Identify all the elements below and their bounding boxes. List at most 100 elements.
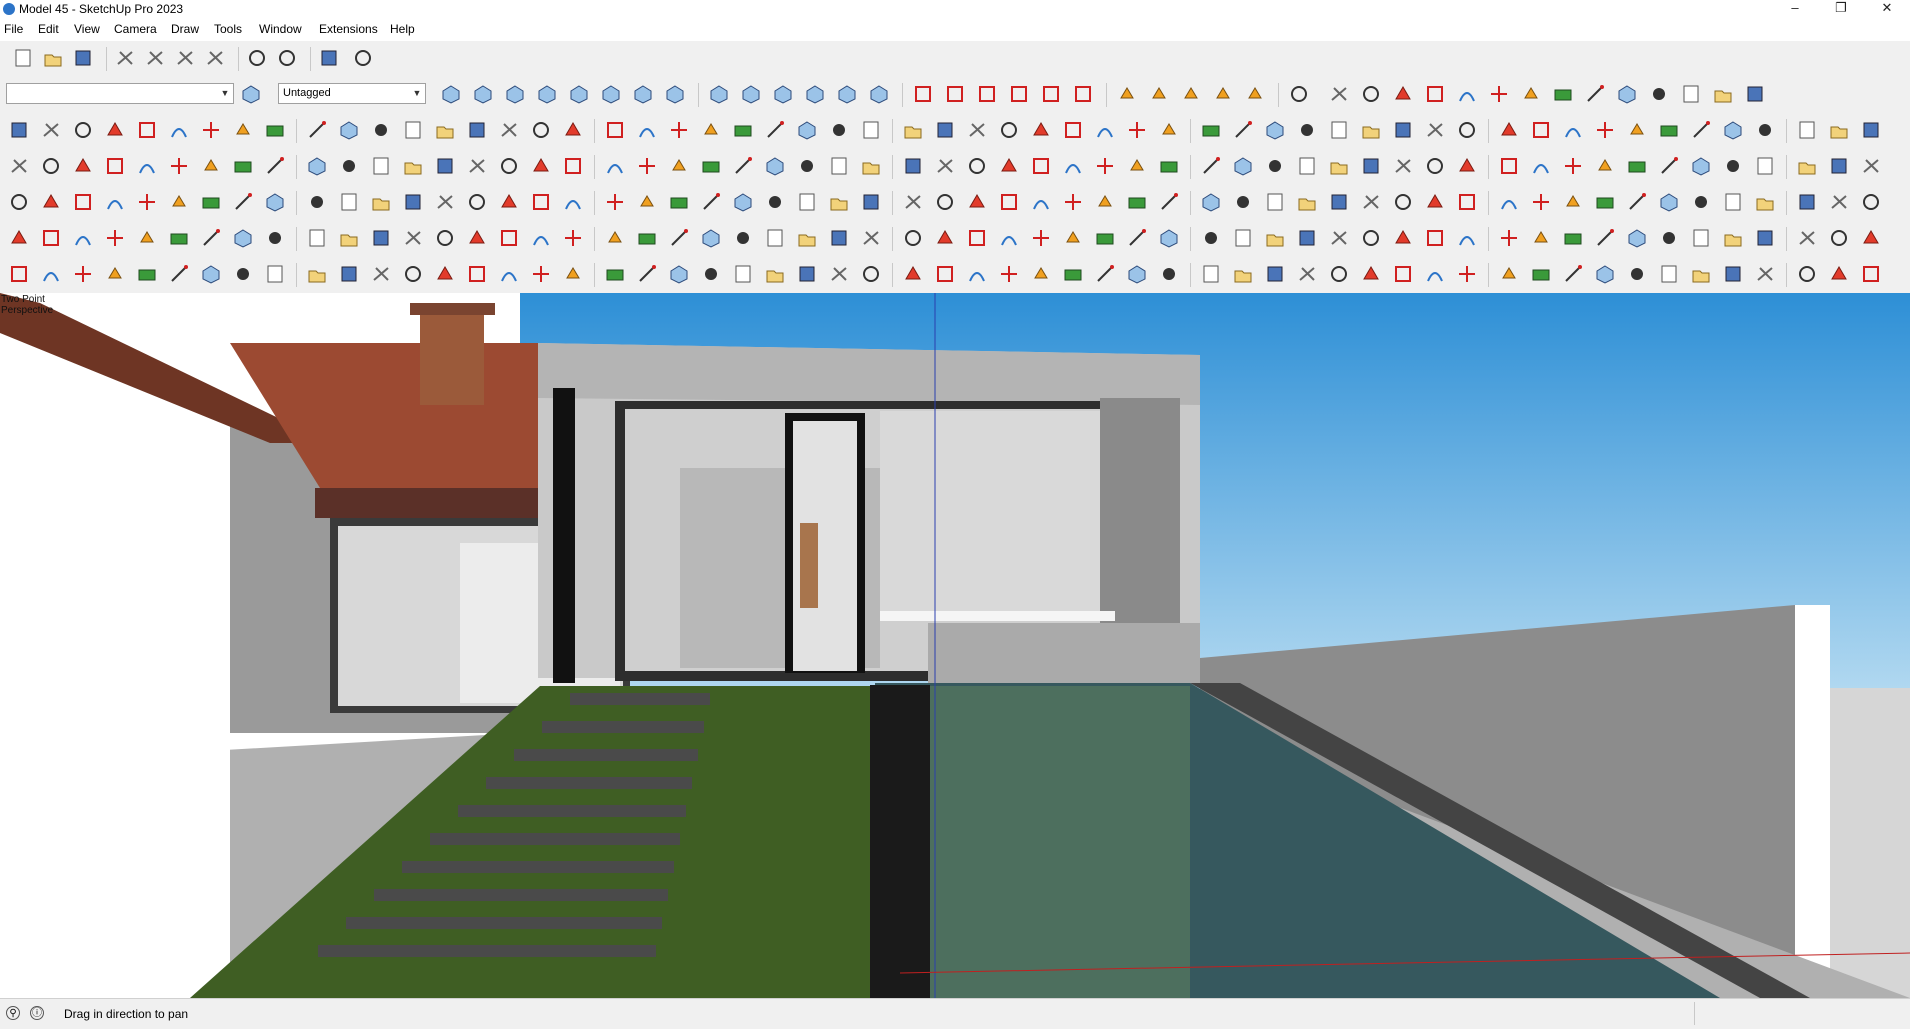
toolbar-tool-icon[interactable] <box>1392 191 1414 213</box>
model-viewport[interactable]: Two Point Perspective <box>0 293 1910 998</box>
toolbar-tool-icon[interactable] <box>264 155 286 177</box>
toolbar-tool-icon[interactable] <box>1126 191 1148 213</box>
toolbar-tool-icon[interactable] <box>604 227 626 249</box>
toolbar-tool-icon[interactable] <box>966 227 988 249</box>
toolbar-tool-icon[interactable] <box>72 155 94 177</box>
toolbar-tool-icon[interactable] <box>902 227 924 249</box>
view-icon[interactable] <box>632 83 654 105</box>
toolbar-tool-icon[interactable] <box>636 191 658 213</box>
toolbar-tool-icon[interactable] <box>434 227 456 249</box>
toolbar-tool-icon[interactable] <box>1860 263 1882 285</box>
toolbar-tool-icon[interactable] <box>1158 119 1180 141</box>
toolbar-tool-icon[interactable] <box>1690 191 1712 213</box>
toolbar-tool-icon[interactable] <box>998 119 1020 141</box>
undo-icon[interactable] <box>246 47 268 69</box>
toolbar-tool-icon[interactable] <box>636 263 658 285</box>
toolbar-tool-icon[interactable] <box>498 227 520 249</box>
toolbar-tool-icon[interactable] <box>434 263 456 285</box>
extension-tool-icon[interactable] <box>1712 83 1734 105</box>
toolbar-tool-icon[interactable] <box>636 227 658 249</box>
toolbar-tool-icon[interactable] <box>1594 227 1616 249</box>
toolbar-tool-icon[interactable] <box>8 119 30 141</box>
standard-view-icon[interactable] <box>804 83 826 105</box>
menu-window[interactable]: Window <box>259 22 302 36</box>
toolbar-tool-icon[interactable] <box>1722 119 1744 141</box>
toolbar-tool-icon[interactable] <box>338 119 360 141</box>
extension-tool-icon[interactable] <box>1456 83 1478 105</box>
toolbar-tool-icon[interactable] <box>264 227 286 249</box>
toolbar-tool-icon[interactable] <box>466 119 488 141</box>
toolbar-tool-icon[interactable] <box>1392 155 1414 177</box>
toolbar-tool-icon[interactable] <box>562 119 584 141</box>
toolbar-tool-icon[interactable] <box>1158 191 1180 213</box>
toolbar-tool-icon[interactable] <box>998 227 1020 249</box>
toolbar-tool-icon[interactable] <box>498 263 520 285</box>
toolbar-tool-icon[interactable] <box>998 155 1020 177</box>
toolbar-tool-icon[interactable] <box>700 155 722 177</box>
toolbar-tool-icon[interactable] <box>306 155 328 177</box>
toolbar-tool-icon[interactable] <box>1594 263 1616 285</box>
style-builder-icon[interactable] <box>240 83 262 105</box>
toolbar-tool-icon[interactable] <box>636 119 658 141</box>
toolbar-tool-icon[interactable] <box>700 119 722 141</box>
section-icon[interactable] <box>1072 83 1094 105</box>
toolbar-tool-icon[interactable] <box>700 191 722 213</box>
toolbar-tool-icon[interactable] <box>1424 191 1446 213</box>
plugin-icon[interactable] <box>1116 83 1138 105</box>
toolbar-tool-icon[interactable] <box>1094 263 1116 285</box>
toolbar-tool-icon[interactable] <box>562 155 584 177</box>
toolbar-tool-icon[interactable] <box>264 263 286 285</box>
section-icon[interactable] <box>976 83 998 105</box>
toolbar-tool-icon[interactable] <box>604 263 626 285</box>
toolbar-tool-icon[interactable] <box>1264 227 1286 249</box>
extension-tool-icon[interactable] <box>1552 83 1574 105</box>
toolbar-tool-icon[interactable] <box>136 263 158 285</box>
toolbar-tool-icon[interactable] <box>796 227 818 249</box>
toolbar-tool-icon[interactable] <box>1860 155 1882 177</box>
toolbar-tool-icon[interactable] <box>562 263 584 285</box>
toolbar-tool-icon[interactable] <box>1754 119 1776 141</box>
geolocation-icon[interactable]: ⚲ <box>6 1006 20 1020</box>
toolbar-tool-icon[interactable] <box>1062 263 1084 285</box>
toolbar-tool-icon[interactable] <box>530 155 552 177</box>
toolbar-tool-icon[interactable] <box>1754 227 1776 249</box>
toolbar-tool-icon[interactable] <box>200 119 222 141</box>
toolbar-tool-icon[interactable] <box>1296 191 1318 213</box>
toolbar-tool-icon[interactable] <box>1296 263 1318 285</box>
toolbar-tool-icon[interactable] <box>1860 191 1882 213</box>
toolbar-tool-icon[interactable] <box>338 191 360 213</box>
toolbar-tool-icon[interactable] <box>1360 155 1382 177</box>
standard-view-icon[interactable] <box>836 83 858 105</box>
section-icon[interactable] <box>1008 83 1030 105</box>
extension-tool-icon[interactable] <box>1680 83 1702 105</box>
new-file-icon[interactable] <box>12 47 34 69</box>
toolbar-tool-icon[interactable] <box>434 191 456 213</box>
toolbar-tool-icon[interactable] <box>1126 227 1148 249</box>
toolbar-tool-icon[interactable] <box>604 119 626 141</box>
toolbar-tool-icon[interactable] <box>1264 119 1286 141</box>
toolbar-tool-icon[interactable] <box>764 263 786 285</box>
toolbar-tool-icon[interactable] <box>264 191 286 213</box>
menu-camera[interactable]: Camera <box>114 22 157 36</box>
toolbar-tool-icon[interactable] <box>934 191 956 213</box>
toolbar-tool-icon[interactable] <box>1456 263 1478 285</box>
toolbar-tool-icon[interactable] <box>40 227 62 249</box>
toolbar-tool-icon[interactable] <box>1690 227 1712 249</box>
toolbar-tool-icon[interactable] <box>498 155 520 177</box>
toolbar-tool-icon[interactable] <box>306 119 328 141</box>
measurements-box[interactable] <box>1694 1002 1909 1025</box>
style-combo[interactable]: ▼ <box>6 83 234 104</box>
toolbar-tool-icon[interactable] <box>1658 155 1680 177</box>
info-icon[interactable]: ⓘ <box>30 1006 44 1020</box>
toolbar-tool-icon[interactable] <box>1030 227 1052 249</box>
toolbar-tool-icon[interactable] <box>1392 263 1414 285</box>
toolbar-tool-icon[interactable] <box>604 191 626 213</box>
toolbar-tool-icon[interactable] <box>732 119 754 141</box>
toolbar-tool-icon[interactable] <box>966 191 988 213</box>
view-icon[interactable] <box>568 83 590 105</box>
minimize-button[interactable]: – <box>1772 0 1818 18</box>
toolbar-tool-icon[interactable] <box>1094 191 1116 213</box>
toolbar-tool-icon[interactable] <box>200 227 222 249</box>
toolbar-tool-icon[interactable] <box>1562 263 1584 285</box>
toolbar-tool-icon[interactable] <box>1030 191 1052 213</box>
